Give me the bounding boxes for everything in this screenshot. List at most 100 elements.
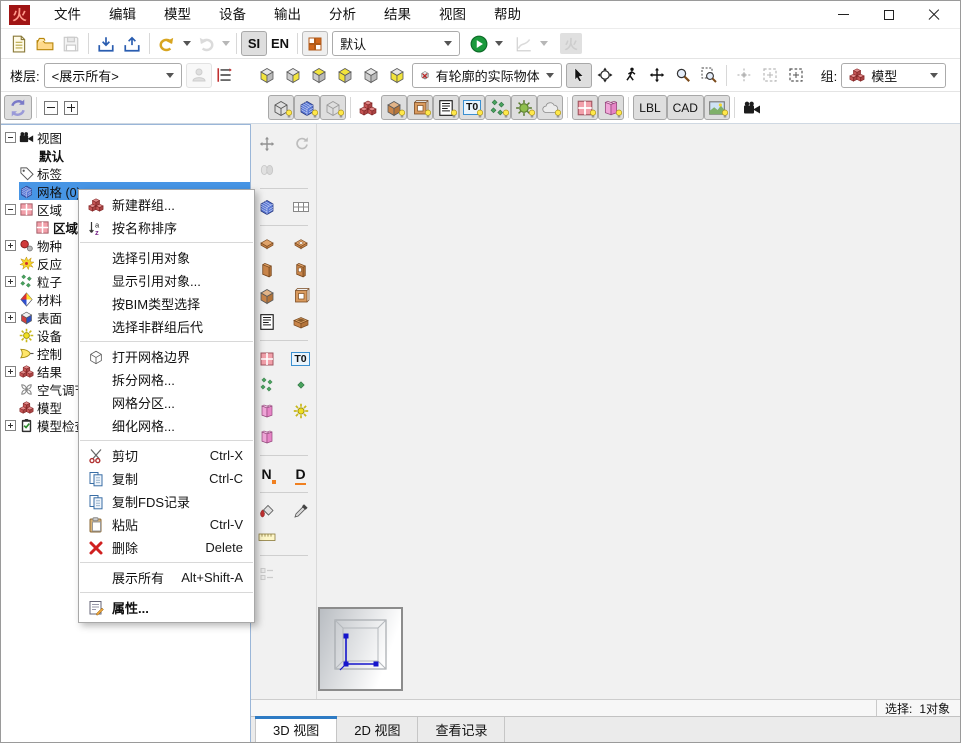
menu-item-copy-fds-records[interactable]: 复制FDS记录: [79, 490, 254, 513]
menu-item-delete[interactable]: 删除 Delete: [79, 536, 254, 559]
menu-item-new-group[interactable]: 新建群组...: [79, 193, 254, 216]
floor-select[interactable]: <展示所有>: [44, 63, 182, 88]
tool-slab-button[interactable]: [255, 232, 279, 256]
menu-devices[interactable]: 设备: [205, 1, 260, 28]
edit-floors-button[interactable]: [212, 63, 238, 88]
redo-dropdown-button[interactable]: [219, 31, 232, 56]
tool-pan-button[interactable]: [255, 132, 279, 156]
select-region-button[interactable]: [757, 63, 783, 88]
menu-model[interactable]: 模型: [150, 1, 205, 28]
menu-item-split-mesh[interactable]: 拆分网格...: [79, 368, 254, 391]
menu-view[interactable]: 视图: [425, 1, 480, 28]
menu-help[interactable]: 帮助: [480, 1, 535, 28]
tool-wall-button[interactable]: [255, 258, 279, 282]
menu-item-show-referenced[interactable]: 显示引用对象...: [79, 269, 254, 292]
model-preview-box[interactable]: [318, 607, 403, 691]
floor-mode-2-button[interactable]: [280, 63, 306, 88]
undo-dropdown-button[interactable]: [180, 31, 193, 56]
expand-expander-icon[interactable]: [5, 276, 16, 287]
tool-vent-button[interactable]: [255, 399, 279, 423]
expand-expander-icon[interactable]: [5, 420, 16, 431]
tool-slab-hole-button[interactable]: [289, 232, 313, 256]
floor-mode-3-button[interactable]: [306, 63, 332, 88]
menu-item-paste[interactable]: 粘贴 Ctrl-V: [79, 513, 254, 536]
show-vents-button[interactable]: [598, 95, 624, 120]
tab-3d-view[interactable]: 3D 视图: [255, 717, 337, 742]
camera-tour-button[interactable]: [739, 95, 765, 120]
menu-item-properties[interactable]: 属性...: [79, 596, 254, 619]
redo-button[interactable]: [193, 31, 219, 56]
select-all-in-region-button[interactable]: [783, 63, 809, 88]
show-species-button[interactable]: [511, 95, 537, 120]
tool-t0-button[interactable]: T0: [289, 347, 313, 371]
new-file-button[interactable]: [6, 31, 32, 56]
minimize-button[interactable]: [821, 2, 866, 28]
record-view-button[interactable]: [302, 31, 328, 56]
menu-item-mesh-partition[interactable]: 网格分区...: [79, 391, 254, 414]
tool-ruler-button[interactable]: [255, 525, 279, 549]
menu-item-select-referenced[interactable]: 选择引用对象: [79, 246, 254, 269]
expand-expander-icon[interactable]: [5, 366, 16, 377]
menu-edit[interactable]: 编辑: [95, 1, 150, 28]
menu-item-open-mesh-boundary[interactable]: 打开网格边界: [79, 345, 254, 368]
tree-item-views[interactable]: 视图: [1, 128, 250, 146]
tool-wall-hole-button[interactable]: [289, 258, 313, 282]
view-solid-mesh-button[interactable]: [294, 95, 320, 120]
zoom-region-tool-button[interactable]: [696, 63, 722, 88]
collapse-all-button[interactable]: [44, 101, 58, 115]
floor-mode-6-button[interactable]: [384, 63, 410, 88]
tool-device-button[interactable]: [289, 399, 313, 423]
tool-options-button[interactable]: [255, 562, 279, 586]
run-dropdown-button[interactable]: [492, 31, 505, 56]
show-holes-button[interactable]: [407, 95, 433, 120]
tool-orbit-ball-button[interactable]: [255, 158, 279, 182]
expand-all-button[interactable]: [64, 101, 78, 115]
collapse-expander-icon[interactable]: [5, 204, 16, 215]
tool-block-button[interactable]: [255, 284, 279, 308]
tool-mesh-records-button[interactable]: [289, 195, 313, 219]
tool-particle-point-button[interactable]: [289, 373, 313, 397]
group-select[interactable]: 模型: [841, 63, 946, 88]
show-t0-objects-button[interactable]: T0: [459, 95, 485, 120]
walk-person-button[interactable]: [186, 63, 212, 88]
menu-item-show-all[interactable]: 展示所有 Alt+Shift-A: [79, 566, 254, 589]
menu-item-select-non-group[interactable]: 选择非群组后代: [79, 315, 254, 338]
tool-particle-cloud-button[interactable]: [255, 373, 279, 397]
render-mode-select[interactable]: 有轮廓的实际物体: [412, 63, 562, 88]
panel-refresh-button[interactable]: [4, 95, 32, 120]
units-en-button[interactable]: EN: [267, 31, 293, 56]
tool-rotate-button[interactable]: [289, 132, 313, 156]
import-button[interactable]: [93, 31, 119, 56]
menu-item-sort-by-name[interactable]: 按名称排序: [79, 216, 254, 239]
tool-fds-record-button[interactable]: [255, 310, 279, 334]
maximize-button[interactable]: [866, 2, 911, 28]
view-preset-select[interactable]: 默认: [332, 31, 460, 56]
open-file-button[interactable]: [32, 31, 58, 56]
tool-vent-single-button[interactable]: [255, 425, 279, 449]
show-background-image-button[interactable]: [704, 95, 730, 120]
undo-button[interactable]: [154, 31, 180, 56]
floor-mode-4-button[interactable]: [332, 63, 358, 88]
export-button[interactable]: [119, 31, 145, 56]
tool-new-mesh-button[interactable]: [255, 195, 279, 219]
run-simulation-button[interactable]: [466, 31, 492, 56]
plot-results-button[interactable]: [511, 31, 537, 56]
smokeview-button[interactable]: 火: [556, 31, 586, 56]
show-cad-button[interactable]: CAD: [667, 95, 704, 120]
snap-to-grid-button[interactable]: [731, 63, 757, 88]
menu-item-refine-mesh[interactable]: 细化网格...: [79, 414, 254, 437]
view-outline-button[interactable]: [320, 95, 346, 120]
tool-open-crate-button[interactable]: [289, 310, 313, 334]
floor-mode-5-button[interactable]: [358, 63, 384, 88]
menu-item-cut[interactable]: 剪切 Ctrl-X: [79, 444, 254, 467]
tree-item-default-view[interactable]: 默认: [1, 146, 250, 164]
tool-display-button[interactable]: D: [289, 462, 313, 486]
show-particles-button[interactable]: [485, 95, 511, 120]
tool-zone-button[interactable]: [255, 347, 279, 371]
show-smoke-button[interactable]: [537, 95, 563, 120]
show-obstructions-button[interactable]: [381, 95, 407, 120]
close-button[interactable]: [911, 2, 956, 28]
expand-expander-icon[interactable]: [5, 312, 16, 323]
select-tool-button[interactable]: [566, 63, 592, 88]
menu-file[interactable]: 文件: [40, 1, 95, 28]
